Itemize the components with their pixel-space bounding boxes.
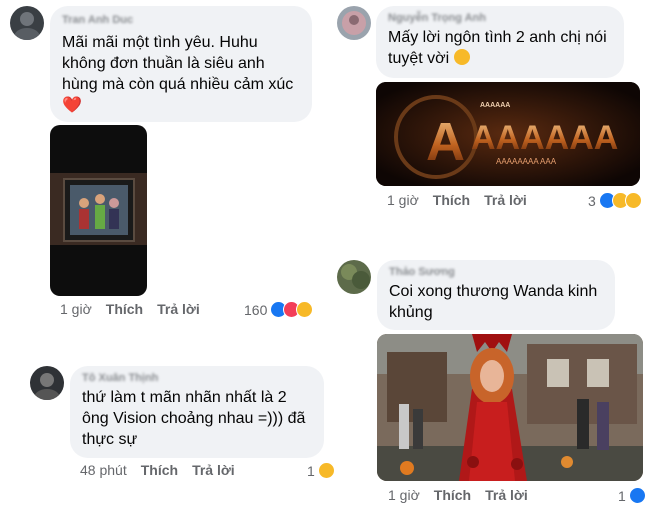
comment-text: Coi xong thương Wanda kinh khủng [389, 283, 598, 321]
heart-emoji: ❤️ [62, 97, 82, 114]
comment-photo[interactable] [377, 334, 643, 481]
like-link[interactable]: Thích [433, 192, 470, 208]
reaction-count: 3 [588, 192, 596, 209]
avatar-photo-icon [341, 264, 370, 289]
reaction-count: 1 [307, 462, 315, 479]
gif-small-bottom: AAAAAAAA AAA [496, 157, 557, 166]
like-link[interactable]: Thích [106, 301, 143, 317]
comment-bubble: Tô Xuân Thịnh thứ làm t mãn nhãn nhất là… [70, 366, 324, 458]
gif-small-top: AAAAAA [480, 102, 510, 109]
comment-actions: 1 giờ Thích Trả lời [387, 192, 541, 208]
pleading-emoji [453, 49, 470, 65]
comment-actions: 1 giờ Thích Trả lời [388, 487, 542, 503]
sad-icon [296, 301, 314, 318]
comment-author[interactable]: Tô Xuân Thịnh [82, 372, 312, 384]
sad-icon [624, 192, 642, 209]
reaction-summary[interactable]: 3 [588, 192, 642, 209]
comment-time[interactable]: 48 phút [80, 462, 127, 478]
gif-big-letter: A [426, 112, 465, 172]
comment-time[interactable]: 1 giờ [60, 301, 92, 317]
comment-gif[interactable] [50, 125, 147, 296]
avatar[interactable] [337, 6, 371, 40]
reaction-count: 160 [244, 301, 268, 318]
comment-bubble: Thảo Sương Coi xong thương Wanda kinh kh… [377, 260, 615, 330]
avatar[interactable] [30, 366, 64, 400]
comment-author[interactable]: Thảo Sương [389, 266, 603, 278]
reply-link[interactable]: Trả lời [157, 301, 200, 317]
avatar[interactable] [337, 260, 371, 294]
comment-text: thứ làm t mãn nhãn nhất là 2 ông Vision … [82, 389, 306, 448]
comment-bubble: Tran Anh Duc Mãi mãi một tình yêu. Huhu … [50, 6, 312, 122]
comment-bubble: Nguyễn Trọng Anh Mấy lời ngôn tình 2 anh… [376, 6, 624, 78]
comment-time[interactable]: 1 giờ [387, 192, 419, 208]
avengers-logo-gif: A AAAAAA AAAAAA AAAAAAAA AAA [376, 82, 640, 186]
comment-author[interactable]: Tran Anh Duc [62, 14, 300, 26]
comment-time[interactable]: 1 giờ [388, 487, 420, 503]
tv-scene-thumbnail [50, 173, 147, 245]
comment-actions: 48 phút Thích Trả lời [80, 462, 249, 478]
like-link[interactable]: Thích [434, 487, 471, 503]
comment-text: Mãi mãi một tình yêu. Huhu không đơn thu… [62, 34, 294, 114]
reaction-summary[interactable]: 1 [618, 487, 646, 504]
like-link[interactable]: Thích [141, 462, 178, 478]
avatar-photo-icon [34, 373, 60, 400]
reaction-count: 1 [618, 487, 626, 504]
reply-link[interactable]: Trả lời [484, 192, 527, 208]
like-icon [628, 487, 646, 504]
comment-gif[interactable]: A AAAAAA AAAAAA AAAAAAAA AAA [376, 82, 640, 186]
comment-actions: 1 giờ Thích Trả lời [60, 301, 214, 317]
haha-icon [317, 462, 335, 479]
reaction-summary[interactable]: 160 [244, 301, 314, 318]
reply-link[interactable]: Trả lời [485, 487, 528, 503]
gif-big-text: AAAAAA [471, 119, 618, 157]
reaction-summary[interactable]: 1 [307, 462, 335, 479]
comment-text: Mấy lời ngôn tình 2 anh chị nói tuyệt vờ… [388, 29, 607, 67]
comment-author[interactable]: Nguyễn Trọng Anh [388, 12, 612, 24]
avatar-photo-icon [342, 11, 366, 35]
avatar-photo-icon [14, 12, 40, 40]
avatar[interactable] [10, 6, 44, 40]
reply-link[interactable]: Trả lời [192, 462, 235, 478]
wanda-scene-photo [377, 334, 643, 481]
